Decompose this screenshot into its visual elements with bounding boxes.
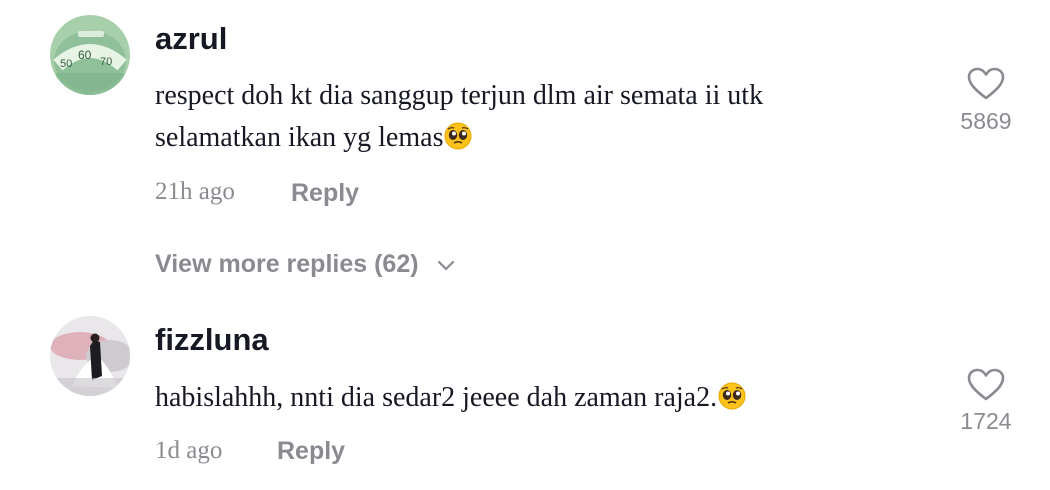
view-more-replies-label: View more replies (62) xyxy=(155,250,419,278)
svg-text:50: 50 xyxy=(60,58,72,70)
comment-text-line: respect doh kt dia sanggup terjun dlm ai… xyxy=(155,80,764,111)
comment-item: fizzluna habislahhh, nnti dia sedar2 jee… xyxy=(0,300,1050,490)
comment-username[interactable]: azrul xyxy=(155,21,227,57)
wedding-avatar-image xyxy=(50,316,130,396)
comment-text: habislahhh, nnti dia sedar2 jeeee dah za… xyxy=(155,377,895,423)
comment-text: respect doh kt dia sanggup terjun dlm ai… xyxy=(155,75,895,163)
avatar[interactable]: 50 60 70 xyxy=(50,15,130,95)
like-count: 1724 xyxy=(960,408,1012,434)
svg-text:70: 70 xyxy=(100,56,112,68)
like-count: 5869 xyxy=(960,108,1012,134)
heart-icon[interactable] xyxy=(966,367,1006,403)
comment-text-line: selamatkan ikan yg lemas xyxy=(155,122,444,153)
comment-username[interactable]: fizzluna xyxy=(155,322,269,358)
view-more-replies-button[interactable]: View more replies (62) xyxy=(155,250,455,279)
comment-item: 50 60 70 azrul respect doh kt dia sanggu… xyxy=(0,0,1050,230)
heart-icon[interactable] xyxy=(966,66,1006,102)
avatar[interactable] xyxy=(50,316,130,396)
svg-text:60: 60 xyxy=(78,48,92,62)
comment-timestamp: 21h ago xyxy=(155,178,235,205)
reply-button[interactable]: Reply xyxy=(277,437,345,466)
comment-timestamp: 1d ago xyxy=(155,437,223,464)
chevron-down-icon xyxy=(437,250,455,279)
reply-button[interactable]: Reply xyxy=(291,179,359,208)
scale-dial-avatar-image: 50 60 70 xyxy=(50,15,130,95)
pleading-face-emoji-icon xyxy=(718,381,746,423)
pleading-face-emoji-icon xyxy=(444,121,472,163)
comment-text-line: habislahhh, nnti dia sedar2 jeeee dah za… xyxy=(155,382,718,413)
